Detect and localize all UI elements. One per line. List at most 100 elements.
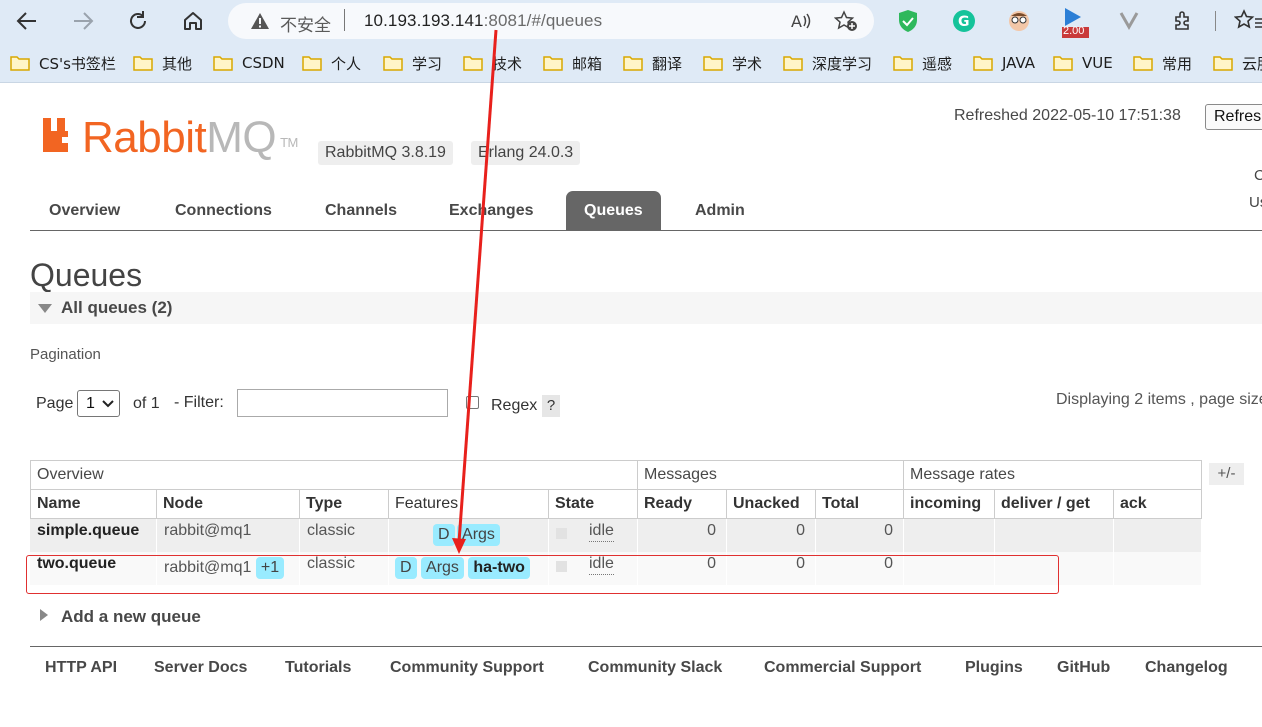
state-indicator — [556, 528, 567, 539]
face-extension-icon[interactable] — [1007, 9, 1031, 33]
logo-mq: MQ — [206, 113, 277, 162]
footer-link-changelog[interactable]: Changelog — [1145, 659, 1228, 677]
queue-name-link[interactable]: two.queue — [37, 555, 116, 572]
feature-durable-badge: D — [395, 557, 417, 579]
address-bar[interactable]: 不安全 10.193.193.141:8081/#/queues A — [228, 3, 874, 39]
bookmark-label: 深度学习 — [812, 54, 873, 73]
bookmark-folder[interactable]: 个人 — [302, 52, 361, 74]
rabbitmq-logo-icon[interactable] — [42, 117, 78, 158]
total-count: 0 — [884, 522, 893, 539]
back-button[interactable] — [12, 6, 42, 36]
bookmark-folder[interactable]: 常用 — [1133, 52, 1192, 74]
page-select[interactable]: 1 — [77, 390, 120, 417]
cluster-label-truncated: C — [1254, 167, 1262, 184]
url-path: :8081/#/queues — [483, 11, 603, 30]
header-name[interactable]: Name — [30, 489, 157, 519]
forward-button[interactable] — [68, 6, 98, 36]
unacked-count: 0 — [796, 555, 805, 572]
logo-rabbit: Rabbit — [82, 113, 207, 162]
bookmark-folder[interactable]: 云服 — [1213, 52, 1262, 74]
displaying-items-text: Displaying 2 items , page size — [1056, 391, 1262, 408]
regex-help-button[interactable]: ? — [542, 395, 560, 417]
home-icon — [184, 12, 202, 30]
bookmark-label: 个人 — [331, 54, 362, 73]
footer-link-github[interactable]: GitHub — [1057, 659, 1110, 677]
svg-text:A: A — [791, 12, 802, 31]
favorite-add-icon[interactable] — [833, 10, 858, 37]
shield-extension-icon[interactable] — [897, 9, 921, 33]
footer-link-server-docs[interactable]: Server Docs — [154, 659, 247, 677]
bookmark-label: 翻译 — [652, 54, 683, 73]
header-total[interactable]: Total — [815, 489, 904, 519]
footer-link-plugins[interactable]: Plugins — [965, 659, 1023, 677]
tab-exchanges[interactable]: Exchanges — [431, 191, 551, 230]
bookmark-folder[interactable]: 翻译 — [623, 52, 682, 74]
header-ready[interactable]: Ready — [637, 489, 727, 519]
insecure-label: 不安全 — [280, 16, 331, 36]
extensions-puzzle-icon[interactable] — [1172, 9, 1196, 33]
tab-admin[interactable]: Admin — [677, 191, 763, 230]
bookmark-folder[interactable]: 其他 — [133, 52, 192, 74]
feature-policy-badge[interactable]: ha-two — [468, 557, 530, 579]
bookmark-label: 其他 — [162, 54, 193, 73]
header-state[interactable]: State — [548, 489, 638, 519]
bookmark-folder[interactable]: 技术 — [463, 52, 522, 74]
bookmark-folder[interactable]: CS's书签栏 — [10, 52, 116, 74]
bookmark-label: 常用 — [1162, 54, 1193, 73]
bookmark-folder[interactable]: 学习 — [383, 52, 442, 74]
tab-overview[interactable]: Overview — [31, 191, 138, 230]
reload-button[interactable] — [123, 6, 153, 36]
feature-args-badge: Args — [421, 557, 464, 579]
video-speed-extension[interactable]: 2.00 — [1062, 6, 1092, 38]
tab-connections[interactable]: Connections — [157, 191, 290, 230]
header-unacked[interactable]: Unacked — [726, 489, 816, 519]
add-new-queue-toggle[interactable]: Add a new queue — [40, 607, 201, 627]
browser-toolbar: 不安全 10.193.193.141:8081/#/queues A G 2.0… — [0, 0, 1262, 42]
page-title: Queues — [30, 257, 143, 293]
footer: HTTP API Server Docs Tutorials Community… — [30, 646, 1262, 727]
url-text[interactable]: 10.193.193.141:8081/#/queues — [364, 11, 602, 31]
filter-label: - Filter: — [174, 394, 224, 411]
bookmark-folder[interactable]: 学术 — [703, 52, 762, 74]
read-aloud-icon[interactable]: A — [790, 11, 812, 36]
bookmark-folder[interactable]: JAVA — [973, 52, 1035, 74]
regex-checkbox[interactable] — [466, 396, 479, 409]
tab-queues[interactable]: Queues — [566, 191, 661, 230]
filter-input[interactable] — [237, 389, 448, 417]
page-select-value: 1 — [86, 395, 95, 412]
footer-link-tutorials[interactable]: Tutorials — [285, 659, 351, 677]
folder-icon — [1053, 56, 1073, 71]
favorites-icon[interactable] — [1233, 9, 1262, 33]
footer-link-community-slack[interactable]: Community Slack — [588, 659, 722, 677]
queue-node: rabbit@mq1 — [164, 559, 252, 576]
home-button[interactable] — [178, 6, 208, 36]
header-type[interactable]: Type — [299, 489, 389, 519]
bookmark-folder[interactable]: CSDN — [213, 52, 285, 74]
header-incoming[interactable]: incoming — [903, 489, 995, 519]
folder-icon — [703, 56, 723, 71]
queue-name-link[interactable]: simple.queue — [37, 522, 139, 539]
grammarly-icon[interactable]: G — [952, 9, 976, 33]
footer-link-http-api[interactable]: HTTP API — [45, 659, 117, 677]
tab-channels[interactable]: Channels — [307, 191, 415, 230]
bookmark-folder[interactable]: 遥感 — [893, 52, 952, 74]
header-deliver-get[interactable]: deliver / get — [994, 489, 1114, 519]
bookmark-folder[interactable]: 邮箱 — [543, 52, 602, 74]
all-queues-label: All queues (2) — [61, 298, 173, 317]
table-row: simple.queue rabbit@mq1 classic D Args i… — [30, 519, 1202, 552]
feature-durable-badge: D — [433, 524, 455, 546]
header-node[interactable]: Node — [156, 489, 300, 519]
header-ack[interactable]: ack — [1113, 489, 1202, 519]
footer-link-commercial-support[interactable]: Commercial Support — [764, 659, 921, 677]
column-toggle-button[interactable]: +/- — [1209, 463, 1244, 485]
bookmark-folder[interactable]: VUE — [1053, 52, 1113, 74]
bookmark-label: 技术 — [492, 54, 523, 73]
folder-icon — [623, 56, 643, 71]
all-queues-section-header[interactable]: All queues (2) — [30, 292, 1262, 324]
v-extension-icon[interactable] — [1118, 9, 1142, 33]
footer-link-community-support[interactable]: Community Support — [390, 659, 544, 677]
bookmark-label: 遥感 — [922, 54, 953, 73]
bookmark-folder[interactable]: 深度学习 — [783, 52, 872, 74]
refresh-button[interactable]: Refresh — [1205, 104, 1262, 130]
ready-count: 0 — [707, 555, 716, 572]
